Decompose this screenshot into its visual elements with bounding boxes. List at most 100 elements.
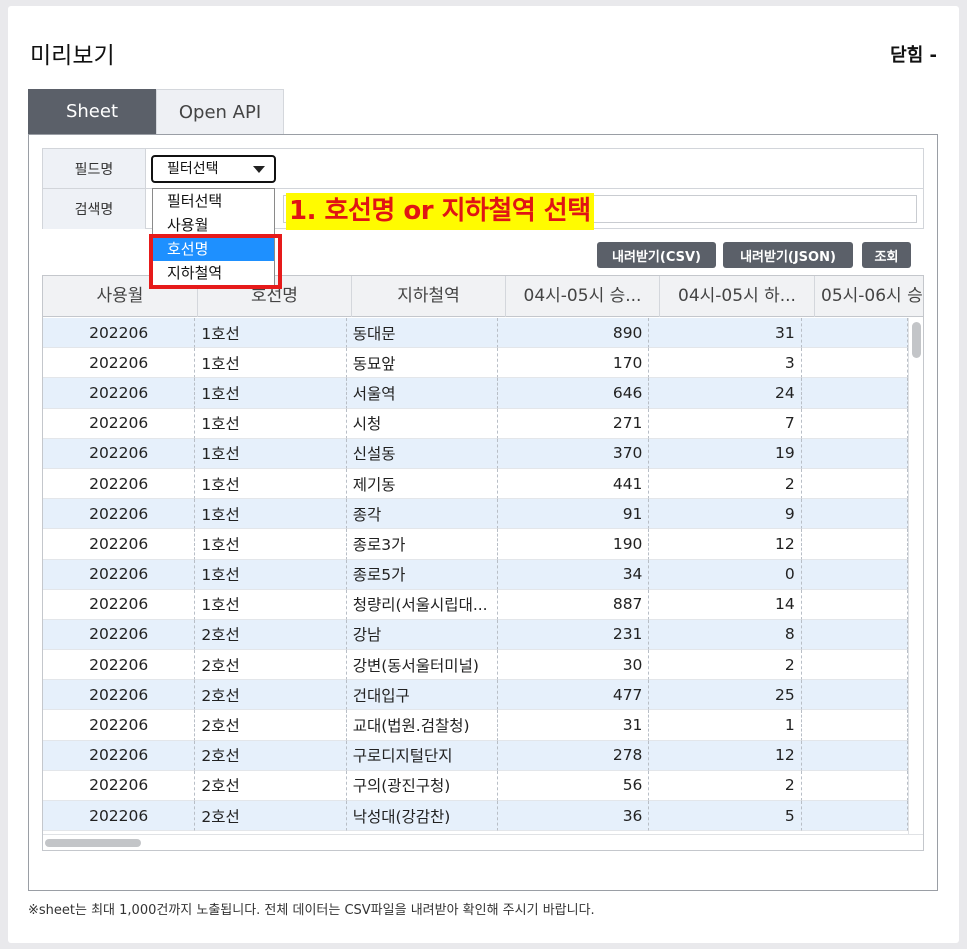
annotation-label: 1. 호선명 or 지하철역 선택 bbox=[286, 193, 594, 230]
cell-boarding-04: 31 bbox=[498, 710, 650, 741]
grid-body: 202206 1호선 동대문 890 31 202206 1호선 동묘앞 170 3 202206 1… bbox=[43, 318, 908, 834]
table-row[interactable]: 202206 2호선 교대(법원.검찰청) 31 1 bbox=[43, 710, 908, 741]
search-label: 검색명 bbox=[43, 189, 146, 229]
tab-open-api[interactable]: Open API bbox=[156, 89, 284, 134]
table-row[interactable]: 202206 1호선 종각 91 9 bbox=[43, 499, 908, 530]
table-row[interactable]: 202206 2호선 구의(광진구청) 56 2 bbox=[43, 770, 908, 801]
cell-boarding-05 bbox=[801, 650, 908, 681]
vertical-scroll-thumb[interactable] bbox=[912, 322, 921, 358]
close-button[interactable]: 닫힘 - bbox=[890, 41, 937, 67]
cell-alighting-04: 5 bbox=[649, 801, 802, 832]
search-button[interactable]: 조회 bbox=[862, 242, 911, 268]
cell-month: 202206 bbox=[43, 529, 196, 560]
table-row[interactable]: 202206 1호선 신설동 370 19 bbox=[43, 438, 908, 469]
horizontal-scrollbar[interactable] bbox=[43, 834, 923, 850]
cell-line: 1호선 bbox=[195, 408, 347, 439]
cell-boarding-04: 477 bbox=[498, 680, 650, 711]
cell-boarding-05 bbox=[801, 499, 908, 530]
cell-boarding-05 bbox=[801, 559, 908, 590]
cell-boarding-05 bbox=[801, 740, 908, 771]
cell-boarding-05 bbox=[801, 468, 908, 500]
tab-bar: Sheet Open API bbox=[28, 89, 284, 134]
cell-boarding-05 bbox=[801, 318, 908, 349]
column-header[interactable]: 지하철역 bbox=[352, 276, 506, 317]
table-row[interactable]: 202206 1호선 종로3가 190 12 bbox=[43, 529, 908, 560]
cell-month: 202206 bbox=[43, 408, 196, 439]
cell-month: 202206 bbox=[43, 589, 196, 620]
cell-month: 202206 bbox=[43, 619, 196, 651]
cell-alighting-04: 2 bbox=[649, 468, 802, 500]
cell-alighting-04: 0 bbox=[649, 559, 802, 590]
sheet-content: 필드명 필터선택 검색명 필터선택 사용월 호선명 지하철역 1. 호선명 or… bbox=[28, 134, 938, 891]
cell-alighting-04: 19 bbox=[649, 438, 802, 469]
cell-boarding-05 bbox=[801, 408, 908, 439]
table-row[interactable]: 202206 1호선 청량리(서울시립대... 887 14 bbox=[43, 589, 908, 620]
cell-line: 2호선 bbox=[195, 770, 347, 801]
cell-station: 신설동 bbox=[346, 438, 499, 469]
table-row[interactable]: 202206 1호선 제기동 441 2 bbox=[43, 468, 908, 500]
cell-line: 2호선 bbox=[195, 740, 347, 771]
cell-alighting-04: 8 bbox=[649, 619, 802, 651]
cell-station: 동대문 bbox=[346, 318, 499, 349]
table-row[interactable]: 202206 2호선 강변(동서울터미널) 30 2 bbox=[43, 650, 908, 681]
table-row[interactable]: 202206 2호선 건대입구 477 25 bbox=[43, 680, 908, 711]
field-select-value: 필터선택 bbox=[167, 161, 219, 177]
cell-boarding-04: 646 bbox=[498, 378, 650, 409]
table-row[interactable]: 202206 1호선 시청 271 7 bbox=[43, 408, 908, 439]
cell-month: 202206 bbox=[43, 650, 196, 681]
table-row[interactable]: 202206 2호선 강남 231 8 bbox=[43, 619, 908, 651]
cell-boarding-04: 231 bbox=[498, 619, 650, 651]
table-row[interactable]: 202206 1호선 서울역 646 24 bbox=[43, 378, 908, 409]
cell-station: 구로디지털단지 bbox=[346, 740, 499, 771]
cell-alighting-04: 12 bbox=[649, 740, 802, 771]
cell-line: 1호선 bbox=[195, 318, 347, 349]
field-label: 필드명 bbox=[43, 149, 146, 188]
table-row[interactable]: 202206 1호선 동대문 890 31 bbox=[43, 318, 908, 349]
footnote-text: ※sheet는 최대 1,000건까지 노출됩니다. 전체 데이터는 CSV파일… bbox=[28, 903, 595, 918]
cell-boarding-04: 887 bbox=[498, 589, 650, 620]
cell-line: 2호선 bbox=[195, 801, 347, 832]
cell-month: 202206 bbox=[43, 468, 196, 500]
field-row: 필드명 필터선택 bbox=[43, 149, 923, 189]
field-select[interactable]: 필터선택 bbox=[151, 155, 276, 183]
dropdown-option-filter[interactable]: 필터선택 bbox=[153, 189, 274, 213]
cell-line: 2호선 bbox=[195, 710, 347, 741]
column-header[interactable]: 05시-06시 승 bbox=[815, 276, 923, 317]
cell-boarding-04: 56 bbox=[498, 770, 650, 801]
cell-station: 제기동 bbox=[346, 468, 499, 500]
annotation-highlight-box bbox=[149, 234, 282, 289]
cell-alighting-04: 2 bbox=[649, 650, 802, 681]
cell-alighting-04: 24 bbox=[649, 378, 802, 409]
cell-line: 1호선 bbox=[195, 529, 347, 560]
table-row[interactable]: 202206 2호선 구로디지털단지 278 12 bbox=[43, 740, 908, 771]
cell-boarding-05 bbox=[801, 348, 908, 379]
cell-station: 청량리(서울시립대... bbox=[346, 589, 499, 620]
download-csv-button[interactable]: 내려받기(CSV) bbox=[597, 242, 716, 268]
cell-alighting-04: 2 bbox=[649, 770, 802, 801]
column-header[interactable]: 04시-05시 승... bbox=[506, 276, 660, 317]
cell-alighting-04: 25 bbox=[649, 680, 802, 711]
column-header[interactable]: 04시-05시 하... bbox=[660, 276, 815, 317]
cell-line: 1호선 bbox=[195, 589, 347, 620]
cell-boarding-04: 278 bbox=[498, 740, 650, 771]
table-row[interactable]: 202206 1호선 종로5가 34 0 bbox=[43, 559, 908, 590]
cell-month: 202206 bbox=[43, 680, 196, 711]
page-title: 미리보기 bbox=[30, 43, 115, 69]
table-row[interactable]: 202206 1호선 동묘앞 170 3 bbox=[43, 348, 908, 379]
cell-boarding-04: 34 bbox=[498, 559, 650, 590]
download-json-button[interactable]: 내려받기(JSON) bbox=[723, 242, 853, 268]
cell-boarding-05 bbox=[801, 770, 908, 801]
cell-line: 1호선 bbox=[195, 378, 347, 409]
tab-sheet[interactable]: Sheet bbox=[28, 89, 156, 134]
chevron-down-icon bbox=[253, 166, 265, 173]
cell-station: 강변(동서울터미널) bbox=[346, 650, 499, 681]
cell-boarding-05 bbox=[801, 710, 908, 741]
cell-month: 202206 bbox=[43, 318, 196, 349]
cell-boarding-05 bbox=[801, 438, 908, 469]
vertical-scrollbar[interactable] bbox=[908, 318, 923, 834]
cell-station: 종로3가 bbox=[346, 529, 499, 560]
cell-line: 1호선 bbox=[195, 559, 347, 590]
table-row[interactable]: 202206 2호선 낙성대(강감찬) 36 5 bbox=[43, 801, 908, 832]
cell-station: 동묘앞 bbox=[346, 348, 499, 379]
horizontal-scroll-thumb[interactable] bbox=[45, 839, 141, 847]
